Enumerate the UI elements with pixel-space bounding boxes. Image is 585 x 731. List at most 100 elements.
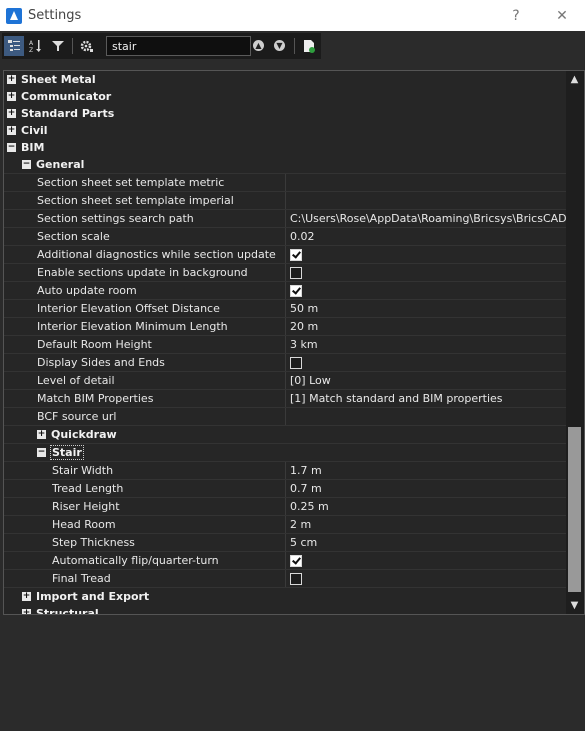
- next-match-button[interactable]: ▼: [274, 40, 285, 51]
- property-row[interactable]: Section sheet set template imperial: [4, 192, 566, 210]
- tree-category[interactable]: + Import and Export: [4, 588, 566, 605]
- property-value[interactable]: [285, 570, 571, 587]
- property-value[interactable]: 0.7 m: [285, 480, 571, 497]
- property-row[interactable]: Match BIM Properties [1] Match standard a…: [4, 390, 566, 408]
- export-settings-icon[interactable]: [299, 36, 319, 56]
- property-row[interactable]: Auto update room: [4, 282, 566, 300]
- property-value[interactable]: [285, 552, 571, 569]
- category-label: Import and Export: [36, 590, 150, 603]
- property-row[interactable]: Display Sides and Ends: [4, 354, 566, 372]
- property-value[interactable]: [285, 354, 571, 371]
- property-row[interactable]: Head Room 2 m: [4, 516, 566, 534]
- property-row[interactable]: Default Room Height 3 km: [4, 336, 566, 354]
- property-name: Auto update room: [37, 284, 137, 297]
- expander-icon[interactable]: −: [22, 160, 31, 169]
- tree-group-stair[interactable]: − Stair: [4, 444, 566, 462]
- toolbar-group: AZ ▲ ▼: [2, 33, 321, 59]
- property-row[interactable]: Level of detail [0] Low: [4, 372, 566, 390]
- property-row[interactable]: Additional diagnostics while section upd…: [4, 246, 566, 264]
- expander-icon[interactable]: −: [7, 143, 16, 152]
- tree-category[interactable]: + Civil: [4, 122, 566, 139]
- property-name: Display Sides and Ends: [37, 356, 165, 369]
- property-row[interactable]: Riser Height 0.25 m: [4, 498, 566, 516]
- checkbox[interactable]: [290, 248, 302, 261]
- property-value[interactable]: [285, 264, 571, 281]
- category-label: Stair: [50, 445, 84, 460]
- checkbox[interactable]: [290, 356, 302, 369]
- vertical-scrollbar[interactable]: ▲ ▼: [566, 71, 583, 614]
- property-row[interactable]: BCF source url: [4, 408, 566, 426]
- alphabetical-sort-icon[interactable]: AZ: [26, 36, 46, 56]
- checkbox[interactable]: [290, 554, 302, 567]
- property-value[interactable]: 50 m: [285, 300, 571, 317]
- property-value[interactable]: [285, 282, 571, 299]
- expander-icon[interactable]: +: [22, 609, 31, 614]
- property-value[interactable]: [285, 246, 571, 263]
- categorized-view-icon[interactable]: [4, 36, 24, 56]
- property-row[interactable]: Interior Elevation Offset Distance 50 m: [4, 300, 566, 318]
- property-row[interactable]: Final Tread: [4, 570, 566, 588]
- expander-icon[interactable]: +: [37, 430, 46, 439]
- tree-group-quickdraw[interactable]: + Quickdraw: [4, 426, 566, 444]
- property-value[interactable]: 2 m: [285, 516, 571, 533]
- property-row[interactable]: Section sheet set template metric: [4, 174, 566, 192]
- property-value-text: 0.25 m: [290, 500, 329, 513]
- property-value[interactable]: [1] Match standard and BIM properties: [285, 390, 571, 407]
- category-label: BIM: [21, 141, 45, 154]
- property-row[interactable]: Section scale 0.02: [4, 228, 566, 246]
- checkbox[interactable]: [290, 266, 302, 279]
- property-value-text: 0.02: [290, 230, 315, 243]
- property-value[interactable]: 0.25 m: [285, 498, 571, 515]
- property-row[interactable]: Tread Length 0.7 m: [4, 480, 566, 498]
- window-title: Settings: [28, 8, 82, 23]
- filter-icon[interactable]: [48, 36, 68, 56]
- property-value[interactable]: [285, 174, 571, 191]
- property-value-text: [1] Match standard and BIM properties: [290, 392, 503, 405]
- property-value-text: 2 m: [290, 518, 312, 531]
- checkbox[interactable]: [290, 284, 302, 297]
- gear-settings-icon[interactable]: [77, 36, 97, 56]
- expander-icon[interactable]: +: [7, 109, 16, 118]
- help-button[interactable]: ?: [493, 0, 539, 31]
- property-value[interactable]: 20 m: [285, 318, 571, 335]
- property-row[interactable]: Step Thickness 5 cm: [4, 534, 566, 552]
- property-value-text: 0.7 m: [290, 482, 322, 495]
- property-value[interactable]: 1.7 m: [285, 462, 571, 479]
- tree-category[interactable]: + Sheet Metal: [4, 71, 566, 88]
- property-value[interactable]: [285, 408, 571, 425]
- expander-icon[interactable]: +: [7, 92, 16, 101]
- property-value[interactable]: 3 km: [285, 336, 571, 353]
- property-row[interactable]: Stair Width 1.7 m: [4, 462, 566, 480]
- scroll-down-icon[interactable]: ▼: [566, 597, 583, 614]
- checkbox[interactable]: [290, 572, 302, 585]
- previous-match-button[interactable]: ▲: [253, 40, 264, 51]
- toolbar-separator: [72, 38, 73, 54]
- property-value[interactable]: 0.02: [285, 228, 571, 245]
- property-name: Enable sections update in background: [37, 266, 248, 279]
- property-row[interactable]: Interior Elevation Minimum Length 20 m: [4, 318, 566, 336]
- tree-group-general[interactable]: − General: [4, 156, 566, 174]
- property-name: Match BIM Properties: [37, 392, 154, 405]
- tree-category[interactable]: − BIM: [4, 139, 566, 156]
- category-label: Standard Parts: [21, 107, 115, 120]
- expander-icon[interactable]: +: [22, 592, 31, 601]
- property-value[interactable]: C:\Users\Rose\AppData\Roaming\Bricsys\Br…: [285, 210, 571, 227]
- scroll-thumb[interactable]: [568, 427, 581, 592]
- tree-category[interactable]: + Standard Parts: [4, 105, 566, 122]
- property-name: Default Room Height: [37, 338, 152, 351]
- property-row[interactable]: Enable sections update in background: [4, 264, 566, 282]
- property-value[interactable]: [285, 192, 571, 209]
- search-input[interactable]: [106, 36, 251, 56]
- tree-category[interactable]: + Structural: [4, 605, 566, 614]
- expander-icon[interactable]: +: [7, 126, 16, 135]
- scroll-up-icon[interactable]: ▲: [566, 71, 583, 88]
- expander-icon[interactable]: +: [7, 75, 16, 84]
- property-name: Interior Elevation Offset Distance: [37, 302, 220, 315]
- property-value[interactable]: [0] Low: [285, 372, 571, 389]
- tree-category[interactable]: + Communicator: [4, 88, 566, 105]
- close-button[interactable]: ✕: [539, 0, 585, 31]
- expander-icon[interactable]: −: [37, 448, 46, 457]
- property-row[interactable]: Section settings search path C:\Users\Ros…: [4, 210, 571, 228]
- property-value[interactable]: 5 cm: [285, 534, 571, 551]
- property-row[interactable]: Automatically flip/quarter-turn: [4, 552, 566, 570]
